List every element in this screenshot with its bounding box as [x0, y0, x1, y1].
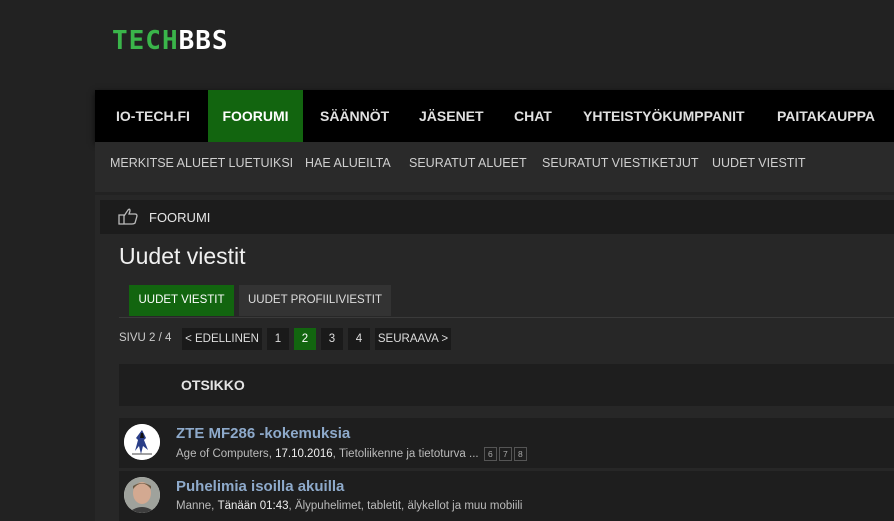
site-logo[interactable]: TECH BBS: [112, 26, 229, 56]
subnav-watched-forums[interactable]: SEURATUT ALUEET: [409, 156, 527, 170]
thread-meta: Age of Computers, 17.10.2016, Tietoliike…: [176, 447, 527, 461]
nav-item-chat[interactable]: CHAT: [514, 90, 552, 142]
sub-nav: MERKITSE ALUEET LUETUIKSI HAE ALUEILTA S…: [95, 142, 894, 192]
thread-author[interactable]: Manne: [176, 500, 211, 512]
page-link-3[interactable]: 3: [321, 328, 343, 350]
subnav-search-forums[interactable]: HAE ALUEILTA: [305, 156, 391, 170]
page-link-2[interactable]: 2: [294, 328, 316, 350]
table-header: OTSIKKO: [119, 364, 894, 406]
nav-item-saannot[interactable]: SÄÄNNÖT: [320, 90, 389, 142]
nav-item-yhteistyokumppanit[interactable]: YHTEISTYÖKUMPPANIT: [583, 90, 745, 142]
thread-date[interactable]: 17.10.2016: [275, 448, 333, 460]
main-nav: IO-TECH.FI FOORUMI SÄÄNNÖT JÄSENET CHAT …: [95, 90, 894, 142]
thread-title-link[interactable]: Puhelimia isoilla akuilla: [176, 478, 344, 495]
thread-page-link[interactable]: 8: [513, 447, 527, 461]
thread-author[interactable]: Age of Computers: [176, 448, 269, 460]
tab-new-posts[interactable]: UUDET VIESTIT: [129, 285, 234, 316]
subnav-mark-read[interactable]: MERKITSE ALUEET LUETUIKSI: [110, 156, 293, 170]
avatar[interactable]: [124, 477, 160, 513]
page-title: Uudet viestit: [119, 243, 246, 269]
subnav-watched-threads[interactable]: SEURATUT VIESTIKETJUT: [542, 156, 699, 170]
thread-meta: Manne, Tänään 01:43, Älypuhelimet, table…: [176, 500, 523, 512]
main-content: FOORUMI Uudet viestit UUDET VIESTIT UUDE…: [95, 195, 894, 521]
thread-row: Puhelimia isoilla akuilla Manne, Tänään …: [119, 471, 894, 521]
page-indicator: SIVU 2 / 4: [119, 332, 172, 344]
thread-forum[interactable]: Tietoliikenne ja tietoturva: [339, 448, 466, 460]
thread-title-link[interactable]: ZTE MF286 -kokemuksia: [176, 425, 350, 442]
thread-page-link[interactable]: 7: [498, 447, 512, 461]
logo-part-tech: TECH: [112, 26, 179, 56]
nav-item-paitakauppa[interactable]: PAITAKAUPPA: [777, 90, 875, 142]
next-page-button[interactable]: SEURAAVA >: [375, 328, 451, 350]
pointing-hand-icon: [118, 207, 138, 230]
logo-part-bbs: BBS: [178, 26, 229, 56]
prev-page-button[interactable]: < EDELLINEN: [182, 328, 262, 350]
breadcrumb: FOORUMI: [100, 200, 894, 234]
page-link-1[interactable]: 1: [267, 328, 289, 350]
nav-item-jasenet[interactable]: JÄSENET: [419, 90, 484, 142]
thread-forum[interactable]: Älypuhelimet, tabletit, älykellot ja muu…: [295, 500, 523, 512]
thread-page-link[interactable]: 6: [483, 447, 497, 461]
nav-item-foorumi[interactable]: FOORUMI: [208, 90, 303, 142]
avatar[interactable]: [124, 424, 160, 460]
tab-bar: UUDET VIESTIT UUDET PROFIILIVIESTIT: [119, 285, 894, 318]
thread-row: ZTE MF286 -kokemuksia Age of Computers, …: [119, 418, 894, 468]
subnav-new-posts[interactable]: UUDET VIESTIT: [712, 156, 806, 170]
page-link-4[interactable]: 4: [348, 328, 370, 350]
breadcrumb-forum-link[interactable]: FOORUMI: [149, 210, 210, 225]
nav-item-io-tech[interactable]: IO-TECH.FI: [116, 90, 190, 142]
tab-new-profile-posts[interactable]: UUDET PROFIILIVIESTIT: [239, 285, 391, 316]
thread-date[interactable]: Tänään 01:43: [218, 500, 289, 512]
column-header-title[interactable]: OTSIKKO: [181, 377, 245, 393]
thread-pages-ellipsis: ...: [469, 448, 479, 460]
